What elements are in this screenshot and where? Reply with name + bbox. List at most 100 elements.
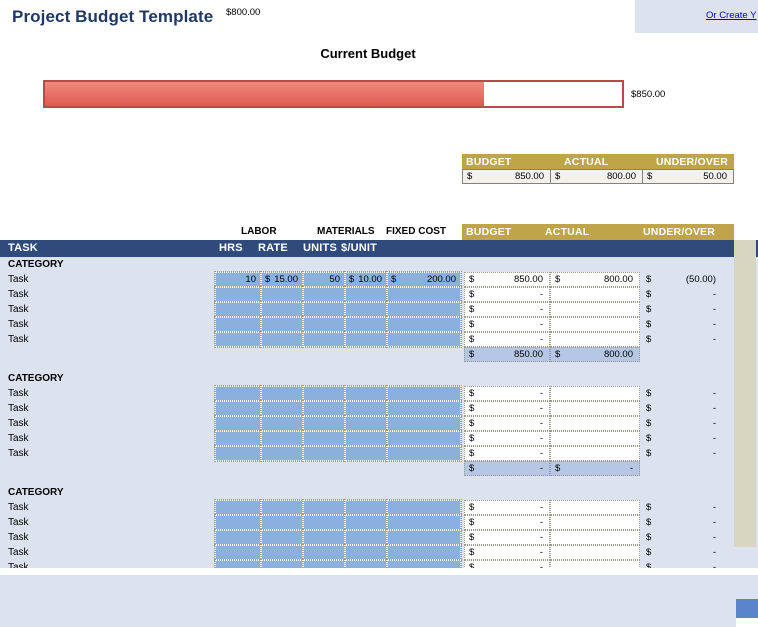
task-rate-input[interactable] (260, 331, 304, 348)
task-hrs-input[interactable] (214, 331, 262, 348)
task-fixed-cost-input[interactable] (386, 445, 462, 462)
task-rate-input[interactable] (260, 286, 304, 303)
task-actual-input[interactable] (550, 431, 640, 446)
task-hrs-input[interactable] (214, 301, 262, 318)
task-rate-input[interactable] (260, 499, 304, 516)
budget-progress-bar (43, 80, 624, 108)
create-your-own-link[interactable]: Or Create Y (706, 10, 757, 21)
task-units-input[interactable] (302, 544, 346, 561)
task-fixed-cost-input[interactable] (386, 544, 462, 561)
task-hrs-input[interactable] (214, 544, 262, 561)
task-units-input[interactable] (302, 385, 346, 402)
task-hrs-input[interactable] (214, 400, 262, 417)
task-actual-input[interactable] (550, 302, 640, 317)
task-hrs-input[interactable] (214, 499, 262, 516)
task-rate-input[interactable]: $15.00 (260, 271, 304, 288)
task-per-unit-input-amount: 10.00 (358, 274, 382, 285)
task-fixed-cost-input[interactable] (386, 415, 462, 432)
task-hrs-input[interactable] (214, 316, 262, 333)
task-actual-input[interactable] (550, 386, 640, 401)
task-units-input[interactable] (302, 400, 346, 417)
task-hrs-input[interactable] (214, 430, 262, 447)
task-units-input[interactable] (302, 529, 346, 546)
task-hrs-input[interactable] (214, 529, 262, 546)
task-fixed-cost-input[interactable] (386, 430, 462, 447)
task-rate-input[interactable] (260, 445, 304, 462)
task-rate-input[interactable] (260, 544, 304, 561)
task-per-unit-input[interactable] (344, 331, 388, 348)
task-rate-input[interactable] (260, 316, 304, 333)
task-hrs-input[interactable] (214, 514, 262, 531)
task-per-unit-input[interactable] (344, 445, 388, 462)
task-per-unit-input[interactable] (344, 286, 388, 303)
task-per-unit-input[interactable] (344, 415, 388, 432)
task-per-unit-input[interactable] (344, 514, 388, 531)
task-budget-cell-amount: - (539, 502, 543, 513)
task-units-input[interactable] (302, 514, 346, 531)
task-fixed-cost-input[interactable] (386, 499, 462, 516)
task-fixed-cost-input[interactable] (386, 385, 462, 402)
task-under-over-cell: $- (642, 302, 736, 317)
task-actual-input[interactable] (550, 287, 640, 302)
task-fixed-cost-input[interactable]: $200.00 (386, 271, 462, 288)
task-units-input[interactable] (302, 445, 346, 462)
task-rate-input[interactable] (260, 415, 304, 432)
task-fixed-cost-input[interactable] (386, 331, 462, 348)
task-rate-input[interactable] (260, 514, 304, 531)
task-per-unit-input[interactable] (344, 529, 388, 546)
task-actual-input[interactable]: $800.00 (550, 272, 640, 287)
task-units-input[interactable] (302, 316, 346, 333)
task-under-over-cell-currency: $ (646, 388, 652, 399)
task-units-input[interactable] (302, 301, 346, 318)
task-per-unit-input[interactable] (344, 400, 388, 417)
task-actual-input[interactable] (550, 332, 640, 347)
task-units-input[interactable] (302, 415, 346, 432)
task-units-input[interactable] (302, 499, 346, 516)
task-hrs-input[interactable] (214, 445, 262, 462)
task-budget-cell-currency: $ (469, 502, 475, 513)
task-fixed-cost-input[interactable] (386, 529, 462, 546)
task-actual-input[interactable] (550, 401, 640, 416)
task-fixed-cost-input[interactable] (386, 316, 462, 333)
task-actual-input[interactable] (550, 317, 640, 332)
task-fixed-cost-input[interactable] (386, 400, 462, 417)
task-budget-cell: $- (464, 446, 550, 461)
task-rate-input[interactable] (260, 400, 304, 417)
task-actual-input[interactable] (550, 500, 640, 515)
task-per-unit-input[interactable]: $10.00 (344, 271, 388, 288)
task-label: Task (8, 274, 29, 285)
task-hrs-input[interactable] (214, 385, 262, 402)
task-fixed-cost-input[interactable] (386, 301, 462, 318)
task-per-unit-input[interactable] (344, 385, 388, 402)
task-hrs-input[interactable] (214, 286, 262, 303)
task-actual-input[interactable] (550, 416, 640, 431)
task-units-input[interactable] (302, 430, 346, 447)
task-hrs-input[interactable]: 10 (214, 271, 262, 288)
task-budget-cell: $- (464, 545, 550, 560)
task-fixed-cost-input[interactable] (386, 514, 462, 531)
task-fixed-cost-input[interactable] (386, 286, 462, 303)
task-per-unit-input[interactable] (344, 544, 388, 561)
task-actual-input[interactable] (550, 545, 640, 560)
task-under-over-cell: $- (642, 515, 736, 530)
task-units-input[interactable] (302, 286, 346, 303)
task-under-over-cell: $- (642, 332, 736, 347)
task-hrs-input[interactable] (214, 415, 262, 432)
task-per-unit-input[interactable] (344, 316, 388, 333)
task-per-unit-input[interactable] (344, 499, 388, 516)
task-per-unit-input[interactable] (344, 301, 388, 318)
group-header-gold-band: BUDGET ACTUAL UNDER/OVER (462, 224, 734, 240)
task-units-input[interactable] (302, 331, 346, 348)
task-under-over-cell-amount: - (712, 418, 716, 429)
task-actual-input[interactable] (550, 530, 640, 545)
task-per-unit-input[interactable] (344, 430, 388, 447)
task-rate-input[interactable] (260, 430, 304, 447)
task-actual-input[interactable] (550, 515, 640, 530)
grid-bottom-panel (0, 575, 736, 627)
task-rate-input[interactable] (260, 301, 304, 318)
task-actual-input[interactable] (550, 446, 640, 461)
subtotal-actual-cell-amount: 800.00 (603, 349, 633, 360)
task-rate-input[interactable] (260, 385, 304, 402)
task-units-input[interactable]: 50 (302, 271, 346, 288)
task-rate-input[interactable] (260, 529, 304, 546)
